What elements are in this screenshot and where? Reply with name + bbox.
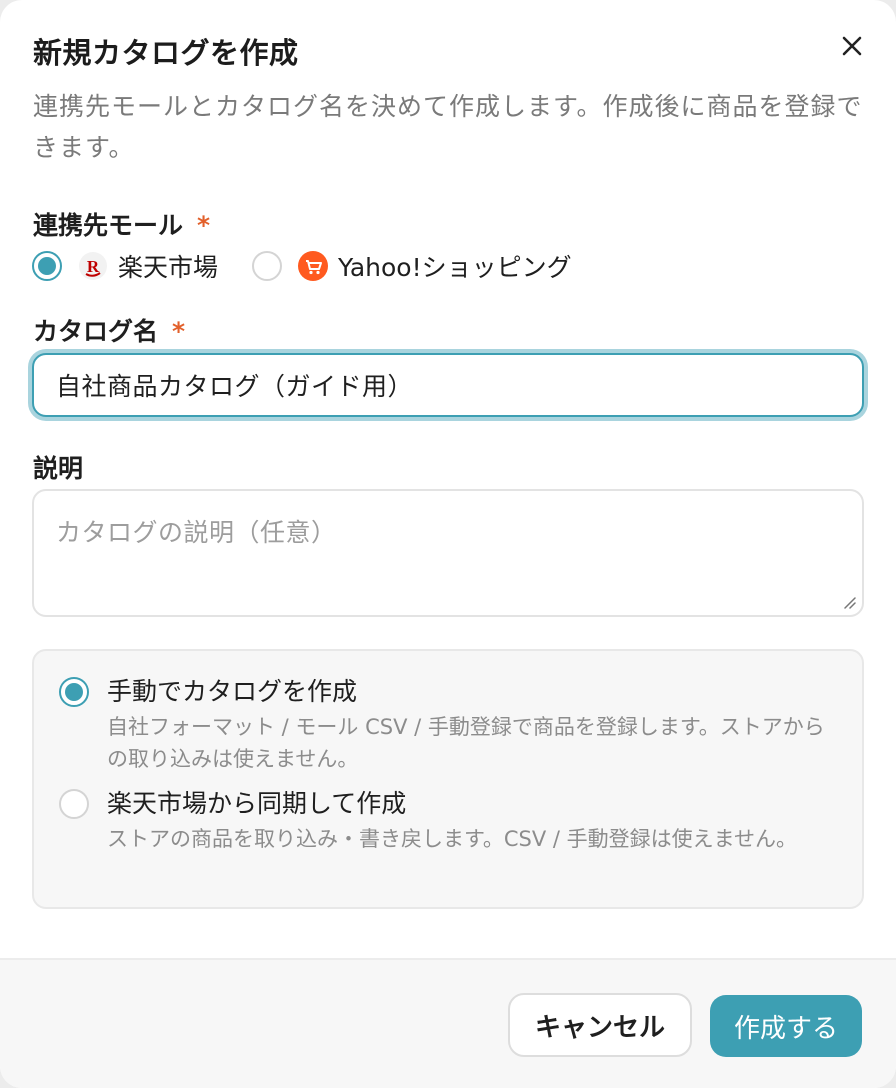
mode-option-title: 手動でカタログを作成 bbox=[107, 677, 358, 706]
catalog-name-input[interactable]: 自社商品カタログ（ガイド用） bbox=[32, 353, 864, 417]
mode-option-sync[interactable]: 楽天市場から同期して作成 ストアの商品を取り込み・書き戻します。CSV / 手動… bbox=[59, 787, 837, 855]
mode-option-description: ストアの商品を取り込み・書き戻します。CSV / 手動登録は使えません。 bbox=[107, 827, 798, 851]
cancel-button[interactable]: キャンセル bbox=[508, 993, 692, 1057]
catalog-name-label: カタログ名 * bbox=[33, 312, 185, 348]
mall-option-yahoo[interactable]: Yahoo!ショッピング bbox=[252, 248, 572, 284]
description-textarea[interactable]: カタログの説明（任意） bbox=[32, 489, 864, 617]
mall-option-label: 楽天市場 bbox=[118, 253, 219, 282]
mode-radio-manual[interactable] bbox=[59, 677, 89, 707]
mall-radio-group: R 楽天市場 Yahoo!ショッピング bbox=[32, 248, 572, 284]
catalog-name-value: 自社商品カタログ（ガイド用） bbox=[56, 372, 414, 401]
required-mark: * bbox=[172, 317, 186, 346]
resize-handle-icon[interactable] bbox=[842, 595, 856, 609]
mall-radio-yahoo[interactable] bbox=[252, 251, 283, 281]
mall-label-text: 連携先モール bbox=[33, 211, 184, 240]
dialog-footer: キャンセル 作成する bbox=[0, 958, 896, 1088]
description-placeholder: カタログの説明（任意） bbox=[56, 518, 337, 547]
yahoo-shopping-logo-icon bbox=[298, 251, 329, 281]
dialog-title: 新規カタログを作成 bbox=[33, 36, 299, 70]
description-label: 説明 bbox=[33, 454, 84, 483]
catalog-name-label-text: カタログ名 bbox=[33, 317, 159, 346]
mode-radio-sync[interactable] bbox=[59, 789, 89, 819]
dialog-subtitle: 連携先モールとカタログ名を決めて作成します。作成後に商品を登録できます。 bbox=[33, 92, 863, 162]
mall-option-label: Yahoo!ショッピング bbox=[338, 253, 572, 282]
mode-option-description: 自社フォーマット / モール CSV / 手動登録で商品を登録します。ストアから… bbox=[107, 715, 825, 771]
mall-label: 連携先モール * bbox=[33, 206, 210, 242]
close-icon bbox=[842, 36, 862, 56]
rakuten-logo-icon: R bbox=[79, 252, 107, 280]
creation-mode-group: 手動でカタログを作成 自社フォーマット / モール CSV / 手動登録で商品を… bbox=[32, 649, 864, 909]
create-catalog-dialog: 新規カタログを作成 連携先モールとカタログ名を決めて作成します。作成後に商品を登… bbox=[0, 0, 896, 1088]
mall-option-rakuten[interactable]: R 楽天市場 bbox=[32, 248, 218, 284]
mode-option-title: 楽天市場から同期して作成 bbox=[107, 789, 407, 818]
required-mark: * bbox=[197, 211, 211, 240]
create-button[interactable]: 作成する bbox=[710, 995, 862, 1057]
svg-text:R: R bbox=[87, 257, 100, 276]
mall-radio-rakuten[interactable] bbox=[32, 251, 62, 281]
close-button[interactable] bbox=[836, 30, 868, 62]
mode-option-manual[interactable]: 手動でカタログを作成 自社フォーマット / モール CSV / 手動登録で商品を… bbox=[59, 675, 837, 775]
